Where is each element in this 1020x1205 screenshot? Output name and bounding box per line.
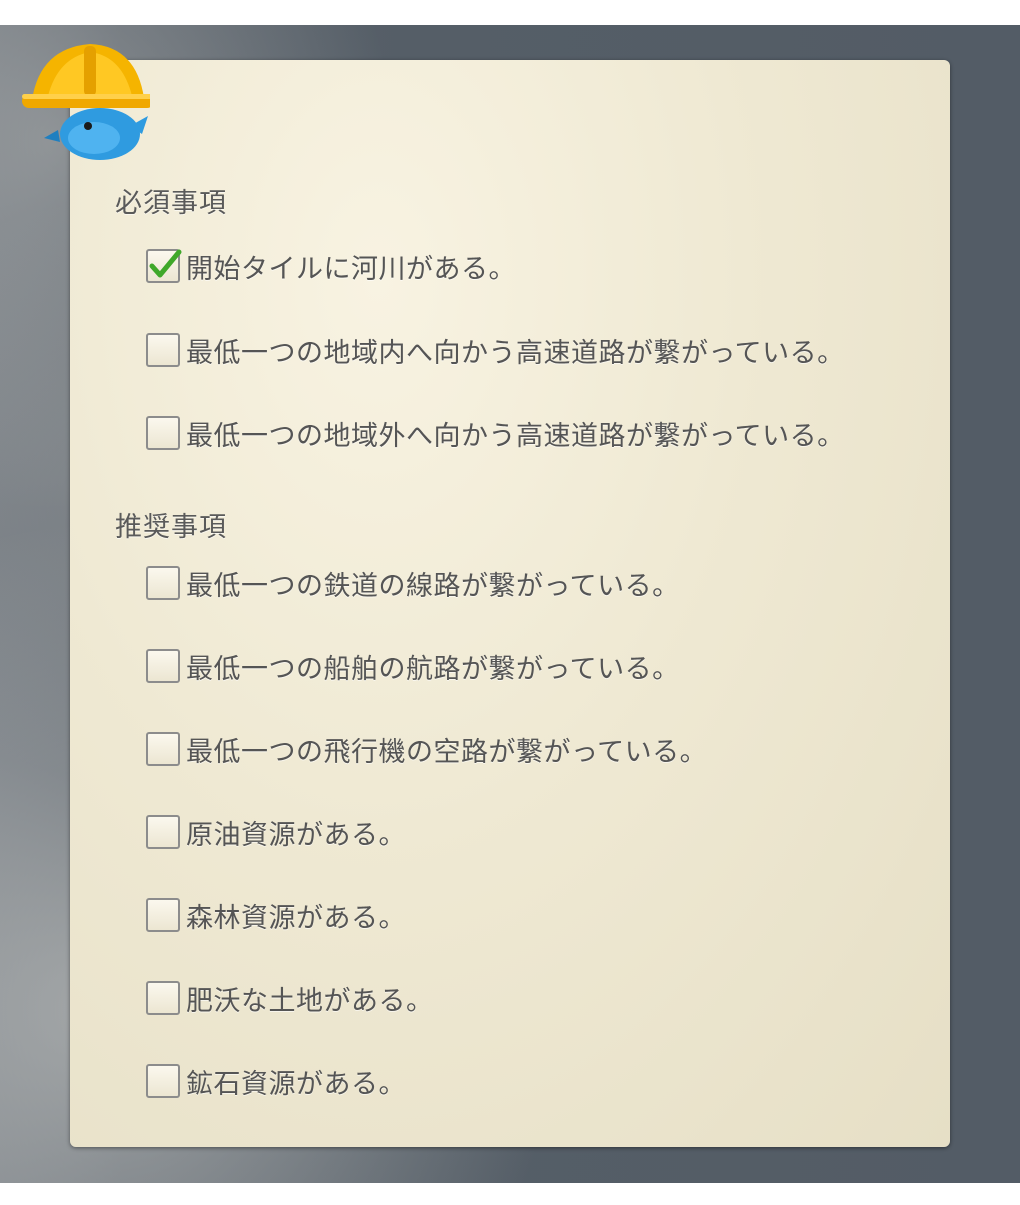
checkbox[interactable] [146, 981, 180, 1015]
item-label: 開始タイルに河川がある。 [186, 253, 516, 285]
checkbox[interactable] [146, 815, 180, 849]
required-item-highway-out[interactable]: 最低一つの地域外へ向かう高速道路が繋がっている。 [146, 413, 845, 453]
checkbox-checked[interactable] [146, 249, 182, 283]
recommended-item-railway[interactable]: 最低一つの鉄道の線路が繋がっている。 [146, 563, 680, 603]
item-label: 最低一つの地域外へ向かう高速道路が繋がっている。 [186, 420, 845, 452]
recommended-section-title: 推奨事項 [115, 512, 227, 543]
item-label: 肥沃な土地がある。 [186, 985, 434, 1017]
checkbox[interactable] [146, 732, 180, 766]
required-item-river[interactable]: 開始タイルに河川がある。 [146, 246, 516, 286]
bird-hardhat-icon [18, 30, 154, 162]
checkbox[interactable] [146, 333, 180, 367]
item-label: 最低一つの地域内へ向かう高速道路が繋がっている。 [186, 337, 845, 369]
item-label: 鉱石資源がある。 [186, 1068, 406, 1100]
checkbox[interactable] [146, 649, 180, 683]
checkbox[interactable] [146, 1064, 180, 1098]
checkbox[interactable] [146, 898, 180, 932]
checkmark-icon [149, 249, 182, 278]
item-label: 最低一つの鉄道の線路が繋がっている。 [186, 570, 680, 602]
recommended-item-airplane[interactable]: 最低一つの飛行機の空路が繋がっている。 [146, 729, 707, 769]
item-label: 原油資源がある。 [186, 819, 406, 851]
recommended-item-ore[interactable]: 鉱石資源がある。 [146, 1061, 406, 1101]
item-label: 最低一つの飛行機の空路が繋がっている。 [186, 736, 708, 768]
recommended-item-fertile-land[interactable]: 肥沃な土地がある。 [146, 978, 434, 1018]
recommended-item-oil[interactable]: 原油資源がある。 [146, 812, 406, 852]
checkbox[interactable] [146, 416, 180, 450]
recommended-item-ship[interactable]: 最低一つの船舶の航路が繋がっている。 [146, 646, 680, 686]
item-label: 森林資源がある。 [186, 902, 406, 934]
required-item-highway-in[interactable]: 最低一つの地域内へ向かう高速道路が繋がっている。 [146, 330, 845, 370]
item-label: 最低一つの船舶の航路が繋がっている。 [186, 653, 680, 685]
checkbox[interactable] [146, 566, 180, 600]
recommended-item-forest[interactable]: 森林資源がある。 [146, 895, 406, 935]
required-section-title: 必須事項 [115, 188, 227, 219]
